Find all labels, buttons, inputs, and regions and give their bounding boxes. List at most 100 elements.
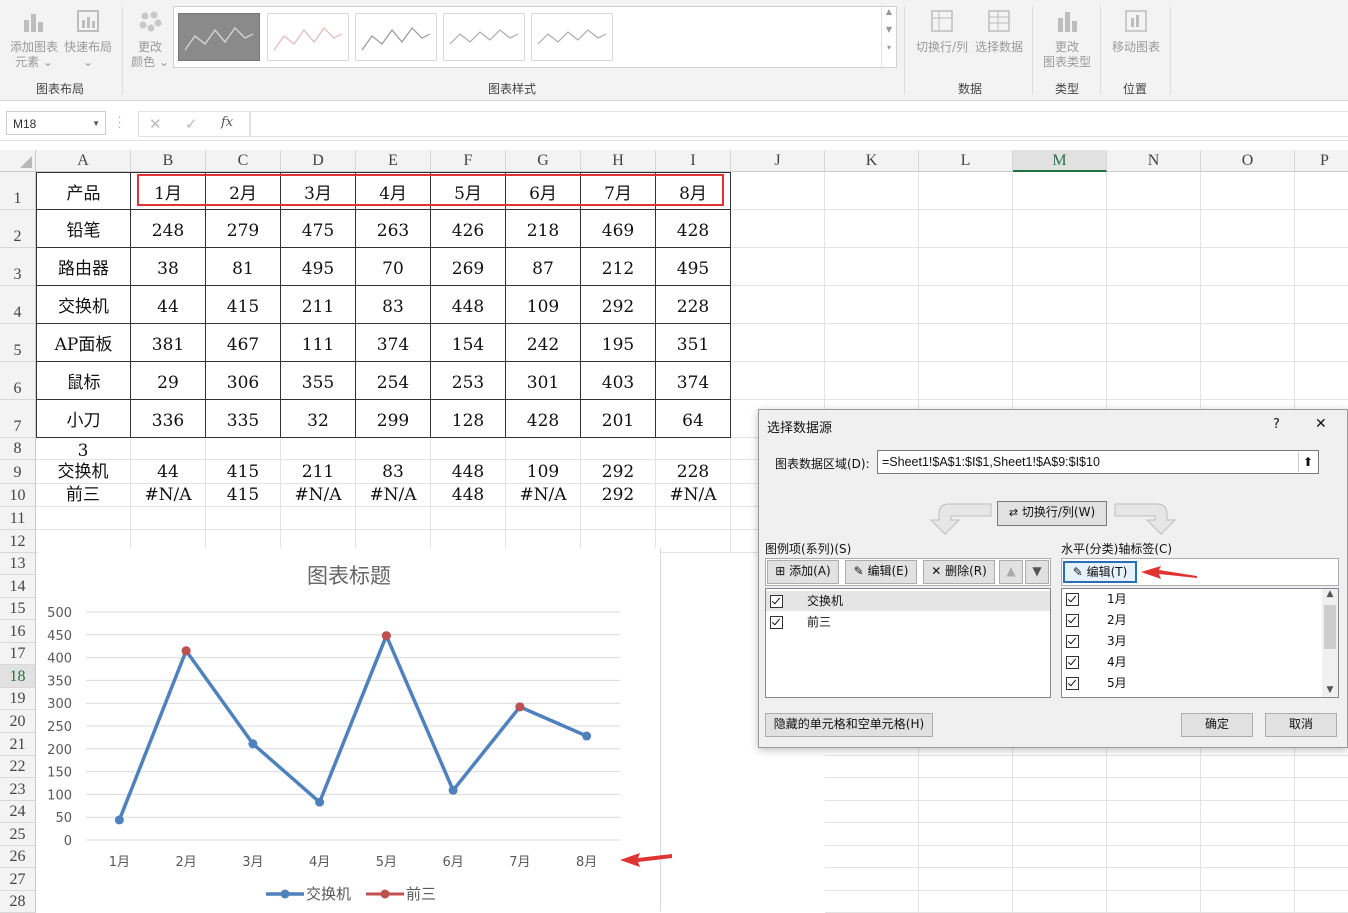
table-cell[interactable]: 426	[431, 210, 506, 248]
empty-cell[interactable]	[1201, 756, 1295, 778]
empty-cell[interactable]	[1201, 778, 1295, 801]
insert-function-icon[interactable]: fx	[221, 115, 233, 130]
column-header-f[interactable]: F	[431, 150, 506, 172]
empty-cell[interactable]	[1107, 210, 1201, 248]
empty-cell[interactable]	[1295, 210, 1348, 248]
row-header-24[interactable]: 24	[0, 801, 36, 823]
row-header-28[interactable]: 28	[0, 891, 36, 913]
change-chart-type-button[interactable]: 更改 图表类型	[1038, 8, 1096, 70]
row-header-8[interactable]: 8	[0, 438, 36, 460]
row-header-16[interactable]: 16	[0, 620, 36, 643]
chart-style-1[interactable]	[178, 13, 260, 61]
ok-button[interactable]: 确定	[1181, 713, 1253, 737]
column-header-j[interactable]: J	[731, 150, 825, 172]
table-cell[interactable]	[356, 438, 431, 460]
row-header-6[interactable]: 6	[0, 362, 36, 400]
empty-cell[interactable]	[1013, 210, 1107, 248]
empty-cell[interactable]	[131, 507, 206, 530]
table-cell[interactable]: 253	[431, 362, 506, 400]
delete-series-button[interactable]: ✕ 删除(R)	[923, 560, 995, 584]
empty-cell[interactable]	[825, 248, 919, 286]
table-cell[interactable]: 374	[356, 324, 431, 362]
checkbox-icon[interactable]	[770, 616, 783, 629]
empty-cell[interactable]	[1201, 248, 1295, 286]
table-cell[interactable]: 83	[356, 286, 431, 324]
row-header-19[interactable]: 19	[0, 688, 36, 710]
table-cell[interactable]	[131, 438, 206, 460]
table-cell[interactable]: 415	[206, 484, 281, 507]
empty-cell[interactable]	[825, 868, 919, 891]
empty-cell[interactable]	[1295, 868, 1348, 891]
table-cell[interactable]	[581, 438, 656, 460]
series-item[interactable]: 前三	[766, 612, 1050, 632]
row-header-3[interactable]: 3	[0, 248, 36, 286]
empty-cell[interactable]	[1013, 801, 1107, 823]
table-cell[interactable]: AP面板	[36, 324, 131, 362]
table-cell[interactable]: 448	[431, 286, 506, 324]
column-header-m[interactable]: M	[1013, 150, 1107, 172]
name-box[interactable]: M18 ▼	[6, 111, 106, 135]
table-cell[interactable]: 109	[506, 460, 581, 484]
column-header-n[interactable]: N	[1107, 150, 1201, 172]
empty-cell[interactable]	[825, 801, 919, 823]
checkbox-icon[interactable]	[1066, 593, 1079, 606]
empty-cell[interactable]	[1295, 778, 1348, 801]
empty-cell[interactable]	[1201, 846, 1295, 868]
table-cell[interactable]: 64	[656, 400, 731, 438]
change-colors-button[interactable]: 更改 颜色 ⌄	[128, 8, 172, 70]
row-header-23[interactable]: 23	[0, 778, 36, 801]
table-cell[interactable]	[281, 438, 356, 460]
empty-cell[interactable]	[1295, 891, 1348, 913]
table-cell[interactable]	[656, 438, 731, 460]
empty-cell[interactable]	[919, 801, 1013, 823]
empty-cell[interactable]	[1295, 172, 1348, 210]
empty-cell[interactable]	[1107, 868, 1201, 891]
axis-label-item[interactable]: 5月	[1066, 673, 1127, 693]
empty-cell[interactable]	[1013, 891, 1107, 913]
axis-label-item[interactable]: 3月	[1066, 631, 1127, 651]
table-cell[interactable]: 201	[581, 400, 656, 438]
table-cell[interactable]: 195	[581, 324, 656, 362]
row-header-21[interactable]: 21	[0, 733, 36, 756]
table-cell[interactable]: 415	[206, 286, 281, 324]
empty-cell[interactable]	[919, 248, 1013, 286]
table-cell[interactable]: 248	[131, 210, 206, 248]
table-cell[interactable]: #N/A	[356, 484, 431, 507]
column-header-h[interactable]: H	[581, 150, 656, 172]
empty-cell[interactable]	[356, 507, 431, 530]
table-cell[interactable]: 44	[131, 460, 206, 484]
empty-cell[interactable]	[1201, 172, 1295, 210]
empty-cell[interactable]	[656, 507, 731, 530]
column-header-e[interactable]: E	[356, 150, 431, 172]
empty-cell[interactable]	[431, 507, 506, 530]
chart-style-2[interactable]	[267, 13, 349, 61]
table-cell[interactable]: 299	[356, 400, 431, 438]
empty-cell[interactable]	[1295, 846, 1348, 868]
row-header-4[interactable]: 4	[0, 286, 36, 324]
chart-style-3[interactable]	[355, 13, 437, 61]
empty-cell[interactable]	[919, 756, 1013, 778]
table-cell[interactable]: 381	[131, 324, 206, 362]
gallery-scrollbar[interactable]: ▲ ▼ ▾	[881, 7, 896, 67]
empty-cell[interactable]	[1107, 248, 1201, 286]
empty-cell[interactable]	[1295, 286, 1348, 324]
checkbox-icon[interactable]	[1066, 614, 1079, 627]
empty-cell[interactable]	[731, 324, 825, 362]
close-icon[interactable]: ✕	[1315, 416, 1327, 432]
table-cell[interactable]: 403	[581, 362, 656, 400]
table-cell[interactable]: 448	[431, 460, 506, 484]
table-cell[interactable]: 374	[656, 362, 731, 400]
table-cell[interactable]: 448	[431, 484, 506, 507]
row-header-20[interactable]: 20	[0, 710, 36, 733]
table-cell[interactable]: 495	[656, 248, 731, 286]
row-header-14[interactable]: 14	[0, 575, 36, 598]
empty-cell[interactable]	[825, 362, 919, 400]
column-header-p[interactable]: P	[1295, 150, 1348, 172]
table-cell[interactable]: 292	[581, 286, 656, 324]
table-cell[interactable]: 81	[206, 248, 281, 286]
empty-cell[interactable]	[1295, 801, 1348, 823]
column-header-c[interactable]: C	[206, 150, 281, 172]
row-header-5[interactable]: 5	[0, 324, 36, 362]
row-header-13[interactable]: 13	[0, 553, 36, 575]
empty-cell[interactable]	[825, 210, 919, 248]
